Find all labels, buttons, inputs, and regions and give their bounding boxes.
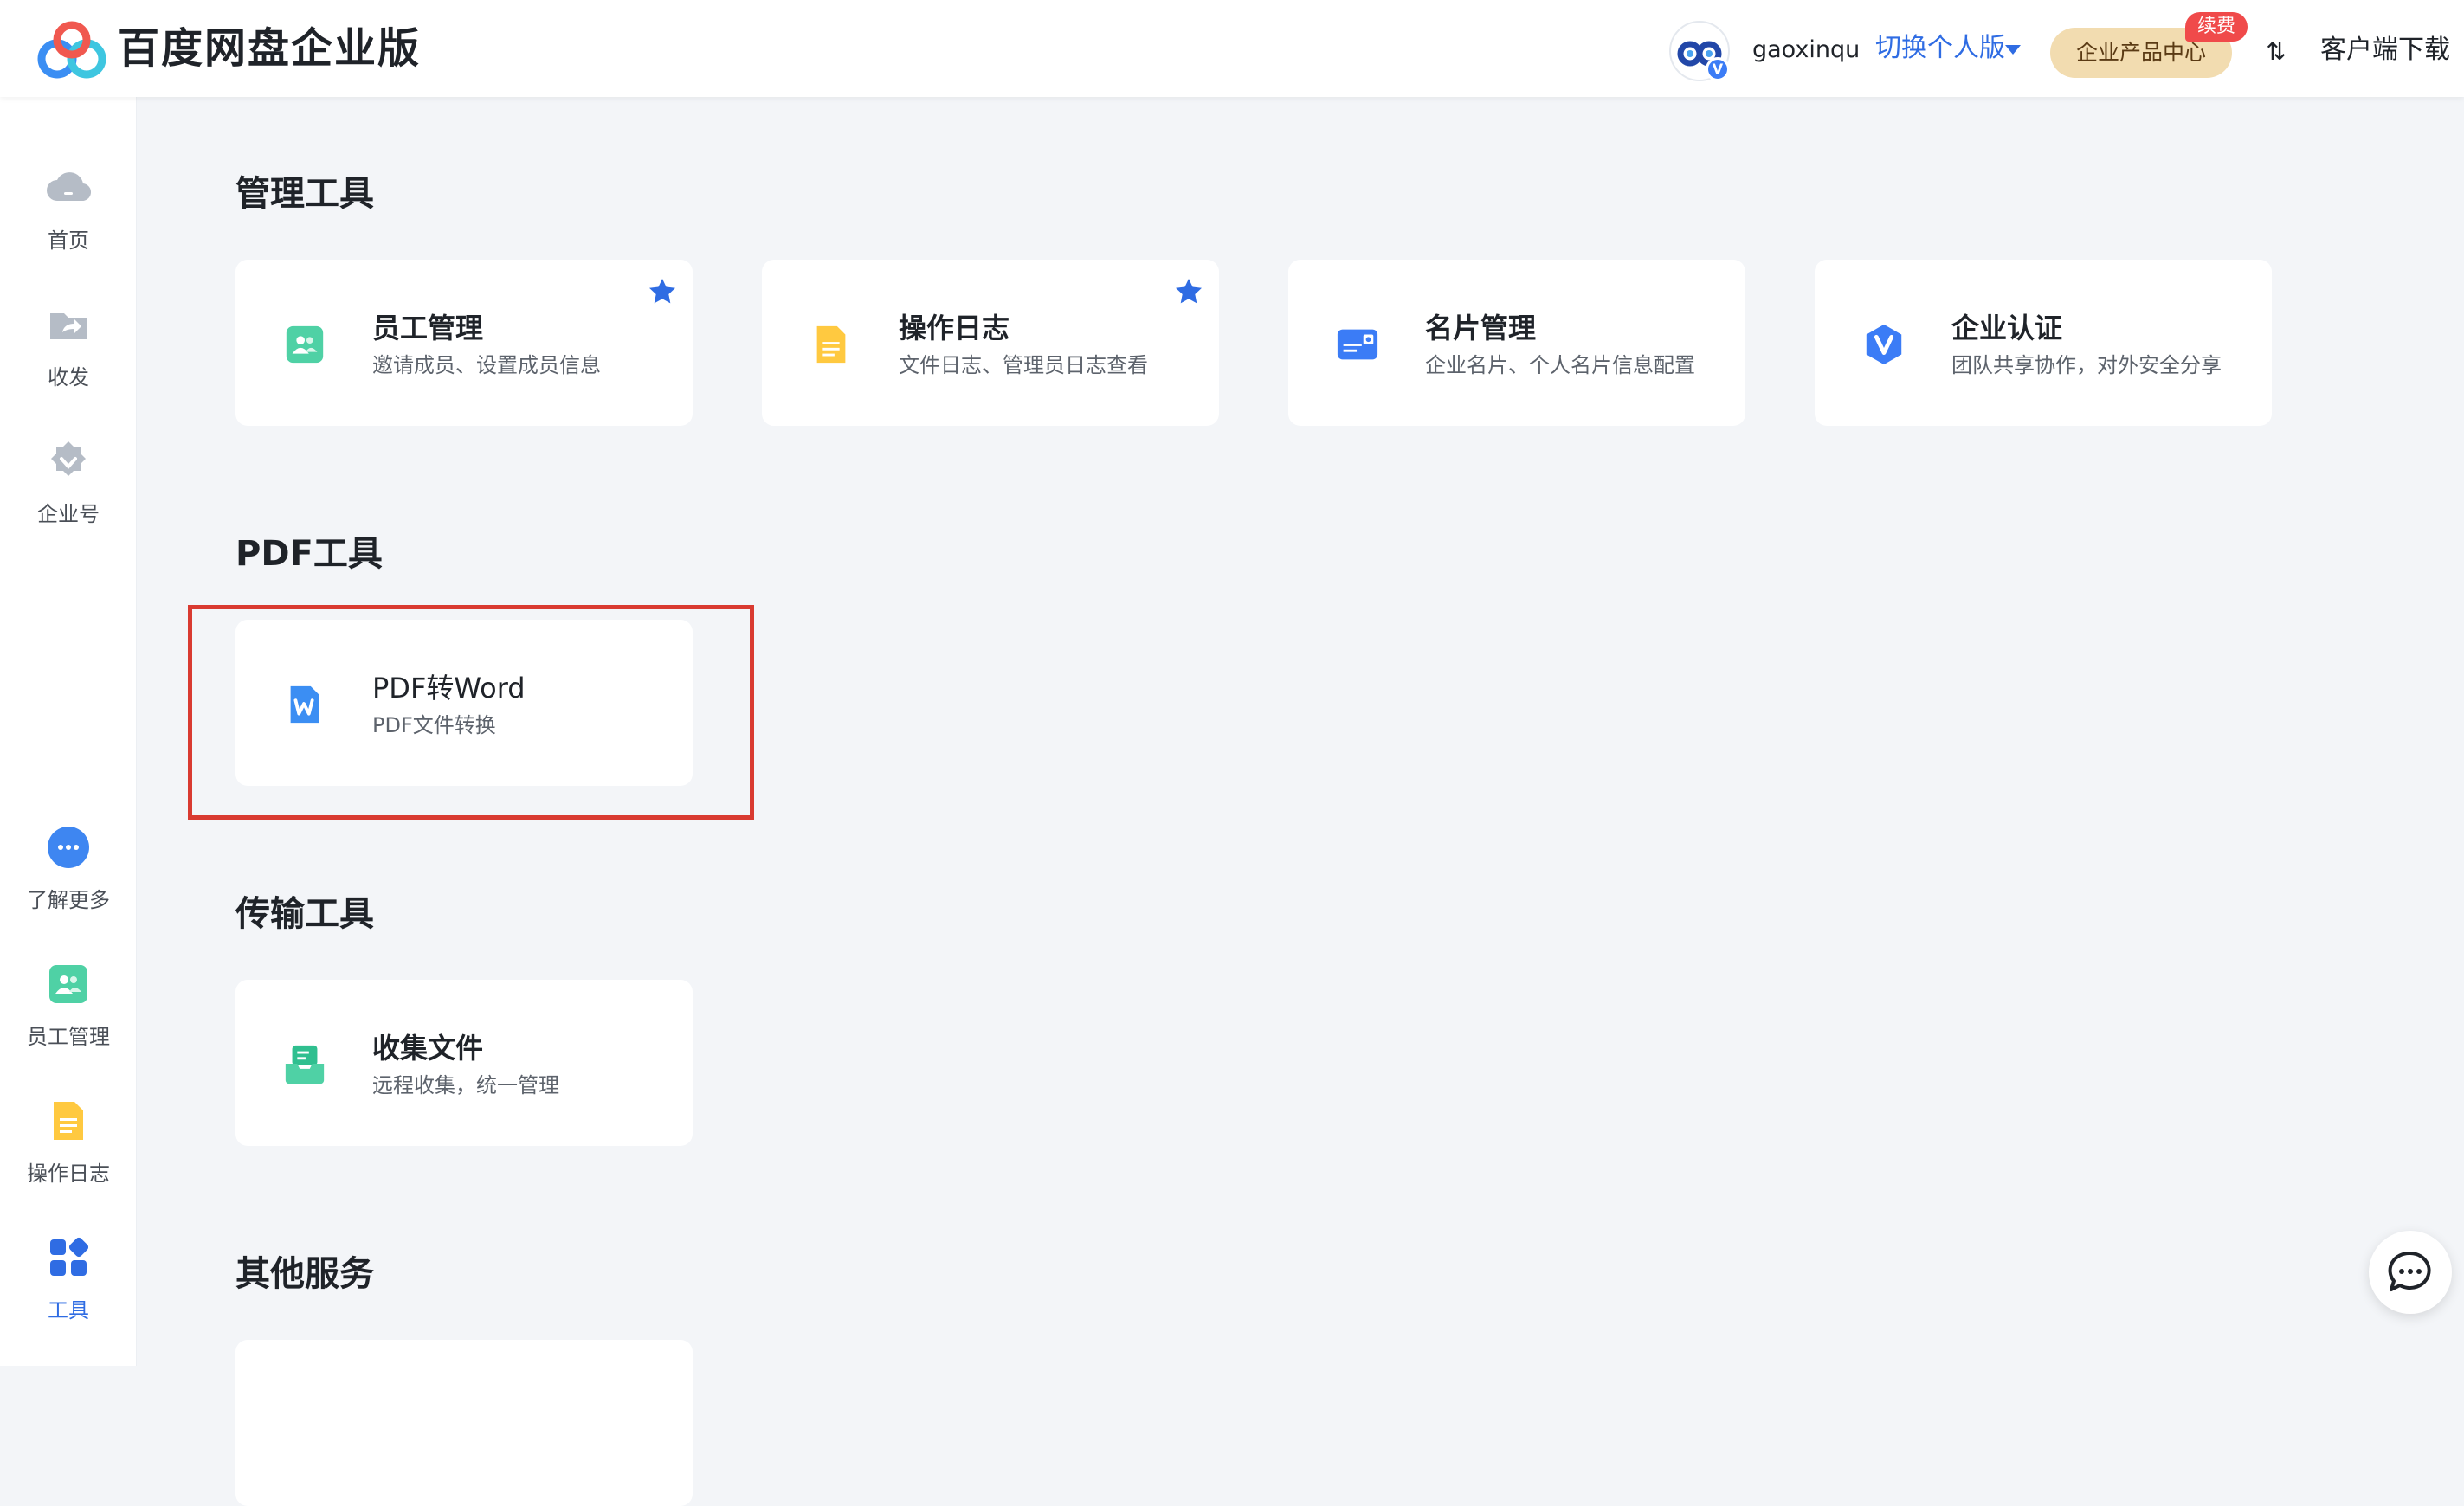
staff-icon — [286, 325, 324, 364]
sidebar-item-tools[interactable]: 工具 — [0, 1234, 137, 1355]
star-icon[interactable] — [1174, 277, 1203, 306]
tool-card-collect-files[interactable]: 收集文件 远程收集，统一管理 — [235, 980, 693, 1146]
tool-card-other-service[interactable] — [235, 1340, 693, 1506]
sidebar-item-home[interactable]: 首页 — [0, 164, 137, 286]
top-header: 百度网盘企业版 V gaoxinqu 切换个人版 企业产品中心 续费 ⇅ 客户端… — [0, 0, 2464, 97]
sidebar-item-enterprise-account[interactable]: 企业号 — [0, 438, 137, 559]
sidebar-item-staff-management[interactable]: 员工管理 — [0, 961, 137, 1082]
customer-service-button[interactable] — [2369, 1231, 2452, 1314]
sidebar-item-label: 收发 — [48, 365, 89, 389]
sidebar-item-label: 企业号 — [37, 502, 100, 526]
baidu-netdisk-logo-icon[interactable] — [36, 21, 107, 80]
cloud-icon — [47, 172, 92, 202]
collect-file-icon — [285, 1045, 325, 1084]
star-icon[interactable] — [648, 277, 677, 306]
card-title: 员工管理 — [372, 312, 484, 344]
sidebar-item-learn-more[interactable]: 了解更多 — [0, 824, 137, 945]
section-title-pdf: PDF工具 — [235, 534, 383, 574]
log-icon — [816, 325, 846, 364]
card-description: 远程收集，统一管理 — [372, 1073, 559, 1097]
renew-badge[interactable]: 续费 — [2185, 12, 2248, 42]
tool-card-enterprise-certification[interactable]: 企业认证 团队共享协作，对外安全分享 — [1815, 260, 2272, 426]
section-title-transfer: 传输工具 — [235, 894, 374, 934]
client-download-link[interactable]: 客户端下载 — [2320, 33, 2450, 68]
tool-card-business-card-management[interactable]: 名片管理 企业名片、个人名片信息配置 — [1288, 260, 1745, 426]
log-icon — [54, 1102, 83, 1140]
certification-icon — [1866, 324, 1902, 365]
caret-down-icon[interactable] — [2005, 45, 2021, 55]
sidebar: 首页 收发 企业号 了解更多 员工管理 操作日志 工具 — [0, 97, 137, 1366]
app-title[interactable]: 百度网盘企业版 — [118, 23, 421, 74]
card-description: 文件日志、管理员日志查看 — [899, 353, 1148, 377]
section-title-management: 管理工具 — [235, 174, 374, 214]
apps-icon — [50, 1237, 89, 1276]
sidebar-item-send-receive[interactable]: 收发 — [0, 301, 137, 422]
card-title: 操作日志 — [899, 312, 1010, 344]
business-card-icon — [1337, 329, 1378, 360]
sidebar-item-label: 员工管理 — [27, 1025, 110, 1049]
sidebar-item-label: 工具 — [48, 1298, 89, 1323]
card-title: 名片管理 — [1425, 312, 1537, 344]
tool-card-operation-log[interactable]: 操作日志 文件日志、管理员日志查看 — [762, 260, 1219, 426]
verified-badge: V — [1706, 57, 1730, 81]
verified-badge-icon — [51, 441, 86, 476]
sidebar-item-label: 操作日志 — [27, 1162, 110, 1186]
share-folder-icon — [50, 313, 87, 339]
staff-icon — [49, 965, 87, 1003]
card-title: 企业认证 — [1951, 312, 2063, 344]
transfer-list-icon[interactable]: ⇅ — [2263, 35, 2289, 69]
section-title-other: 其他服务 — [235, 1254, 374, 1294]
username[interactable]: gaoxinqu — [1752, 35, 1860, 66]
card-title: 收集文件 — [372, 1032, 484, 1065]
card-description: 邀请成员、设置成员信息 — [372, 353, 601, 377]
card-description: 企业名片、个人名片信息配置 — [1425, 353, 1695, 377]
sidebar-item-label: 了解更多 — [27, 888, 110, 912]
sidebar-item-operation-log[interactable]: 操作日志 — [0, 1097, 137, 1219]
more-icon — [48, 827, 89, 868]
sidebar-item-label: 首页 — [48, 228, 89, 253]
tool-card-staff-management[interactable]: 员工管理 邀请成员、设置成员信息 — [235, 260, 693, 426]
switch-personal-version-link[interactable]: 切换个人版 — [1875, 31, 2005, 66]
chat-bubble-icon — [2388, 1251, 2431, 1291]
highlight-box — [188, 605, 754, 820]
card-description: 团队共享协作，对外安全分享 — [1951, 353, 2222, 377]
